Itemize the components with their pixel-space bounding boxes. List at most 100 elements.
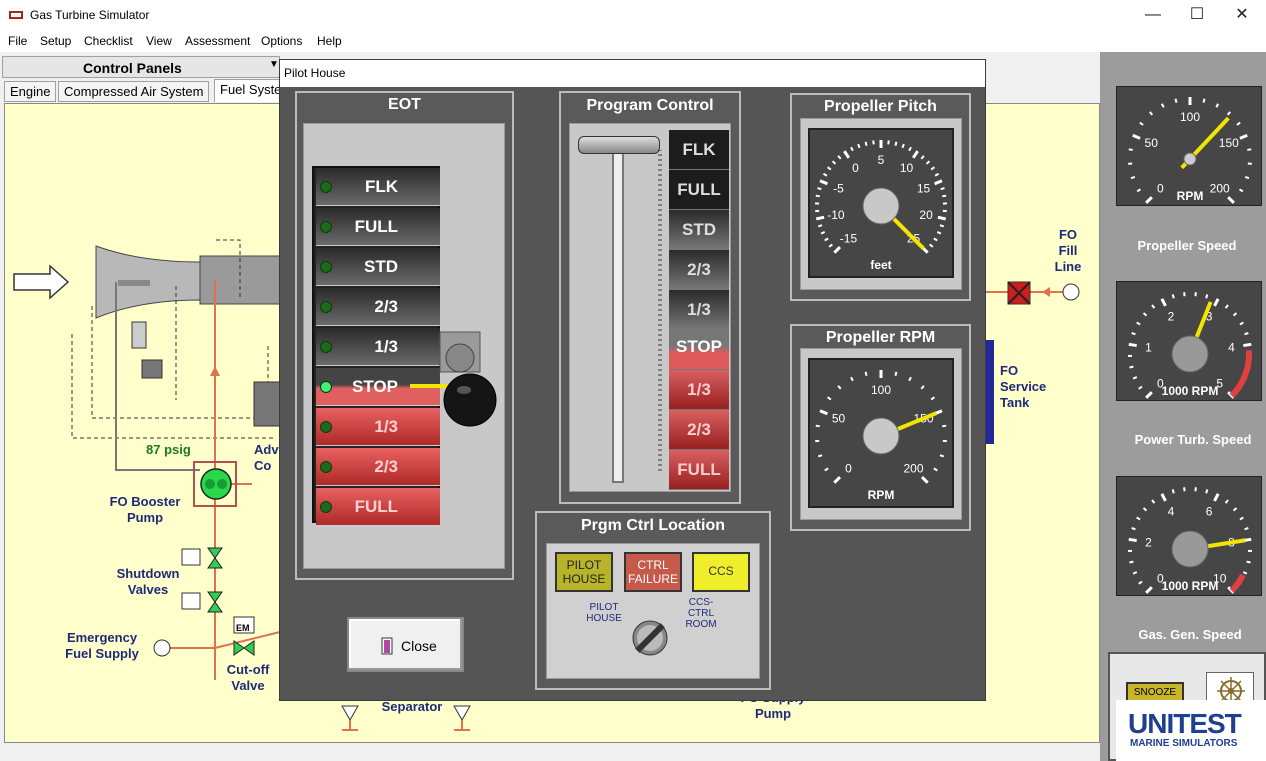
dial-hub xyxy=(1183,152,1197,166)
dial-tick xyxy=(1247,148,1252,151)
dial-tick xyxy=(1130,175,1136,180)
dial-tick xyxy=(822,172,828,177)
dial-tick xyxy=(824,237,829,242)
program-slider-track xyxy=(612,140,624,483)
dial-tick xyxy=(937,215,947,221)
dial-tick xyxy=(1236,121,1241,126)
dial-tick xyxy=(815,424,820,428)
dial-tick xyxy=(1142,507,1148,512)
shutdown-valves-label: Shutdown Valves xyxy=(116,566,180,597)
dial-tick xyxy=(817,187,822,191)
dial-unit-label: RPM xyxy=(1177,189,1204,203)
dial-tick xyxy=(1139,121,1144,126)
dial-tick xyxy=(1132,376,1138,380)
dial-tick xyxy=(1138,385,1143,390)
dial-tick xyxy=(1129,365,1134,369)
adv-label: Adv Co xyxy=(254,442,279,473)
dial-tick xyxy=(820,231,826,235)
logo-name: UNITEST xyxy=(1128,708,1242,739)
dial-unit-label: 1000 RPM xyxy=(1162,579,1219,593)
eot-row-2-3[interactable]: 2/3 xyxy=(316,288,440,326)
close-button-label: Close xyxy=(401,638,437,654)
dial-face: 012 3451000 RPM xyxy=(1127,292,1253,399)
dial-tick xyxy=(1160,298,1167,307)
program-slider-thumb[interactable] xyxy=(578,136,660,154)
dial-tick xyxy=(936,231,942,235)
dial-tick xyxy=(908,146,912,152)
dial-tick xyxy=(1136,321,1141,326)
eot-row-label: FLK xyxy=(364,177,398,196)
dial-tick xyxy=(850,146,854,152)
eot-indicator-light xyxy=(320,301,332,313)
eot-indicator-light xyxy=(320,421,332,433)
eot-row-label: 2/3 xyxy=(374,457,398,476)
eot-lever-handle-icon[interactable] xyxy=(410,330,510,430)
dial-hub xyxy=(862,187,900,225)
emergency-fuel-supply-label: Emergency Fuel Supply xyxy=(65,630,139,661)
dial-tick xyxy=(864,371,868,376)
program-control-row: 1/3 xyxy=(669,290,729,330)
program-control-row: FULL xyxy=(669,450,729,490)
close-button[interactable]: Close xyxy=(347,617,464,672)
eot-row-label: STD xyxy=(364,257,398,276)
dial-tick-label: 200 xyxy=(904,462,924,476)
eot-row-full[interactable]: FULL xyxy=(316,208,440,246)
dial-tick xyxy=(920,155,925,160)
dial-tick xyxy=(817,454,823,458)
propeller-pitch-title: Propeller Pitch xyxy=(824,98,937,115)
dial-tick xyxy=(815,194,820,198)
dial-tick xyxy=(1244,175,1250,180)
dial-tick-label: 50 xyxy=(1145,136,1159,150)
eot-row-flk[interactable]: FLK xyxy=(316,168,440,206)
dial-tick xyxy=(920,475,929,484)
dial-tick-label: 0 xyxy=(845,462,852,476)
dial-tick xyxy=(1171,489,1175,494)
dial-tick xyxy=(925,160,931,165)
dial-tick xyxy=(940,187,945,191)
dial-tick xyxy=(1145,391,1153,399)
dial-tick-label: 20 xyxy=(919,208,933,222)
dial-tick xyxy=(1138,580,1143,585)
dial-tick xyxy=(929,243,934,248)
dial-tick xyxy=(933,467,938,472)
dial-tick xyxy=(843,150,851,159)
dial-tick xyxy=(1227,196,1235,204)
dial-tick xyxy=(1213,493,1220,502)
dial-tick xyxy=(824,467,829,472)
unitest-logo: UNITEST MARINE SIMULATORS xyxy=(1116,700,1266,761)
location-switch-knob-icon[interactable] xyxy=(628,616,672,660)
dial-tick xyxy=(1145,196,1153,204)
dial-face: 0 50 100 150 200 RPM xyxy=(1128,97,1252,204)
dial-tick xyxy=(837,155,842,160)
power-turbine-speed-label: Power Turb. Speed xyxy=(1134,432,1252,447)
eot-row-label: FULL xyxy=(354,497,398,516)
dial-tick-label: 100 xyxy=(871,383,891,397)
dial-tick xyxy=(1244,527,1249,531)
dial-tick xyxy=(934,179,943,186)
dial-tick xyxy=(828,243,833,248)
dial-tick-label: -15 xyxy=(840,232,858,246)
dial-tick xyxy=(1205,294,1209,299)
eot-row-astern-full[interactable]: FULL xyxy=(316,488,440,526)
dial-tick xyxy=(815,215,825,221)
dial-red-zone xyxy=(1229,350,1252,398)
ctrl-failure-button[interactable]: CTRL FAILURE xyxy=(624,552,682,592)
program-control-row: 1/3 xyxy=(669,370,729,410)
dial-tick xyxy=(1205,489,1209,494)
dial-tick xyxy=(1232,507,1238,512)
dial-tick-label: 0 xyxy=(1157,182,1164,196)
eot-row-astern-2-3[interactable]: 2/3 xyxy=(316,448,440,486)
pilot-house-button[interactable]: PILOT HOUSE xyxy=(555,552,613,592)
eot-row-std[interactable]: STD xyxy=(316,248,440,286)
dial-tick xyxy=(1160,493,1167,502)
dial-tick xyxy=(1242,571,1248,575)
dial-tick xyxy=(894,141,898,146)
psig-readout: 87 psig xyxy=(146,442,191,457)
switch-ccs-label: CCS- CTRL ROOM xyxy=(685,597,717,630)
dial-tick xyxy=(850,376,854,382)
dial-tick xyxy=(1131,527,1136,531)
dial-tick xyxy=(933,237,938,242)
ccs-button[interactable]: CCS xyxy=(692,552,750,592)
dial-tick-label: 2 xyxy=(1168,310,1175,324)
power-turbine-speed-gauge: 0 1 2 3 4 5 1000 RPM xyxy=(1116,281,1262,401)
